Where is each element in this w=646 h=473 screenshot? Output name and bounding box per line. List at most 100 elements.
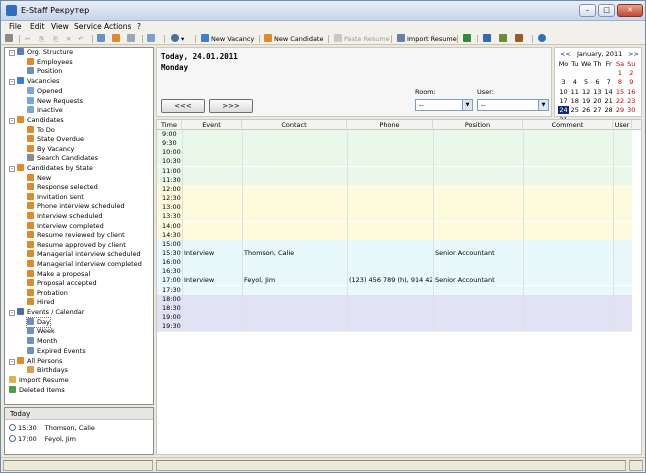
today-event-item[interactable]: 17:00 Feyol, Jim	[9, 434, 76, 444]
calendar-day[interactable]: 14	[603, 88, 614, 96]
room-select[interactable]: -- ▼	[415, 99, 473, 111]
schedule-row[interactable]: 13:00	[157, 203, 632, 213]
collapse-icon[interactable]: -	[9, 79, 15, 85]
tree-item-new[interactable]: New	[27, 174, 51, 183]
schedule-row[interactable]: 12:00	[157, 184, 632, 194]
menu-service[interactable]: Service	[74, 22, 102, 31]
collapse-icon[interactable]: -	[9, 118, 15, 124]
tree-item-deleted-items[interactable]: Deleted Items	[9, 386, 65, 395]
print-icon[interactable]	[5, 34, 15, 44]
layout-icon[interactable]	[97, 34, 107, 44]
tree-item-phone-interview-scheduled[interactable]: Phone interview scheduled	[27, 202, 125, 211]
tree-item-month[interactable]: Month	[27, 337, 57, 346]
chevron-down-icon[interactable]: ▼	[538, 100, 548, 110]
schedule-row[interactable]: 17:30	[157, 285, 632, 295]
column-header-event[interactable]: Event	[182, 120, 242, 130]
close-button[interactable]: ✕	[617, 4, 643, 17]
tree-item-events-calendar[interactable]: - Events / Calendar	[9, 308, 85, 317]
tree-item-interview-completed[interactable]: Interview completed	[27, 222, 104, 231]
column-header-user[interactable]: User	[613, 120, 632, 130]
report-icon[interactable]	[499, 34, 509, 44]
schedule-row[interactable]: 9:00	[157, 130, 632, 139]
minimize-button[interactable]: –	[579, 4, 596, 17]
cut-icon[interactable]: ✂	[25, 34, 30, 44]
calendar-day[interactable]: 1	[615, 69, 626, 77]
calendar-day[interactable]: 9	[626, 78, 637, 86]
schedule-row[interactable]: 11:00	[157, 166, 632, 176]
paste-icon[interactable]: ⎗	[53, 34, 58, 44]
person-icon[interactable]	[112, 34, 122, 44]
tree-item-birthdays[interactable]: Birthdays	[27, 366, 68, 375]
schedule-row[interactable]: 17:00 Interview Feyol, Jim (123) 456 789 (h…	[157, 276, 632, 286]
tree-item-search-candidates[interactable]: Search Candidates	[27, 154, 98, 163]
collapse-icon[interactable]: -	[9, 359, 15, 365]
schedule-row[interactable]: 9:30	[157, 139, 632, 149]
schedule-row[interactable]: 16:30	[157, 267, 632, 277]
schedule-row[interactable]: 15:00	[157, 239, 632, 249]
tree-item-proposal-accepted[interactable]: Proposal accepted	[27, 279, 97, 288]
tree-item-day[interactable]: Day	[26, 317, 51, 328]
tree-item-week[interactable]: Week	[27, 327, 55, 336]
chevron-down-icon[interactable]: ▼	[462, 100, 472, 110]
title-bar[interactable]: E-Staff Рекрутер – □ ✕	[1, 1, 645, 21]
excel-icon[interactable]	[463, 34, 473, 44]
calendar-day[interactable]: 17	[558, 97, 569, 105]
tree-item-response-selected[interactable]: Response selected	[27, 183, 98, 192]
next-day-button[interactable]: >>>	[209, 99, 253, 113]
previous-day-button[interactable]: <<<	[161, 99, 205, 113]
schedule-row[interactable]: 19:30	[157, 322, 632, 332]
calendar-day[interactable]: 6	[592, 78, 603, 86]
today-event-item[interactable]: 15:30 Thomson, Calie	[9, 423, 95, 433]
calendar-day[interactable]: 15	[615, 88, 626, 96]
calendar-day[interactable]: 21	[603, 97, 614, 105]
calendar-day[interactable]: 16	[626, 88, 637, 96]
tree-item-import-resume[interactable]: Import Resume	[9, 376, 69, 385]
menu-help[interactable]: ?	[137, 22, 141, 31]
tree-item-candidates-by-state[interactable]: - Candidates by State	[9, 164, 93, 173]
tree-item-expired-events[interactable]: Expired Events	[27, 347, 86, 356]
tree-item-position[interactable]: Position	[27, 67, 62, 76]
tree-item-probation[interactable]: Probation	[27, 289, 68, 298]
delete-icon[interactable]: ✕	[66, 34, 71, 44]
tree-item-employees[interactable]: Employees	[27, 58, 73, 67]
tree-item-managerial-interview-completed[interactable]: Managerial interview completed	[27, 260, 142, 269]
new-vacancy-button[interactable]: New Vacancy	[201, 34, 254, 44]
help-icon[interactable]	[538, 34, 548, 44]
next-month-icon[interactable]: >>	[628, 50, 639, 58]
calendar-day[interactable]: 18	[569, 97, 580, 105]
collapse-icon[interactable]: -	[9, 50, 15, 56]
calendar-day[interactable]: 19	[581, 97, 592, 105]
menu-view[interactable]: View	[51, 22, 69, 31]
tree-item-org-structure[interactable]: - Org. Structure	[9, 48, 73, 57]
schedule-row[interactable]: 11:30	[157, 175, 632, 185]
copy-icon[interactable]: ⎘	[39, 34, 44, 44]
schedule-row[interactable]: 15:30 Interview Thomson, Calie Senior Accou…	[157, 248, 632, 258]
calendar-day[interactable]: 27	[592, 106, 603, 114]
clock-dropdown-icon[interactable]: ▾	[171, 34, 184, 44]
schedule-row[interactable]: 14:30	[157, 230, 632, 240]
window-icon[interactable]	[147, 34, 157, 44]
tree-item-interview-scheduled[interactable]: Interview scheduled	[27, 212, 103, 221]
tree-item-resume-reviewed-by-client[interactable]: Resume reviewed by client	[27, 231, 125, 240]
paste-resume-button[interactable]: Paste Resume	[334, 34, 390, 44]
calendar-day[interactable]: 4	[569, 78, 580, 86]
new-candidate-button[interactable]: New Candidate	[264, 34, 323, 44]
calendar-day[interactable]: 7	[603, 78, 614, 86]
tree-item-candidates[interactable]: - Candidates	[9, 116, 64, 125]
tree-item-vacancies[interactable]: - Vacancies	[9, 77, 59, 86]
schedule-row[interactable]: 19:00	[157, 313, 632, 322]
tree-item-inactive[interactable]: Inactive	[27, 106, 63, 115]
tree-item-all-persons[interactable]: - All Persons	[9, 357, 62, 366]
schedule-row[interactable]: 12:30	[157, 194, 632, 204]
menu-edit[interactable]: Edit	[30, 22, 45, 31]
tree-item-hired[interactable]: Hired	[27, 298, 54, 307]
calendar-day[interactable]: 28	[603, 106, 614, 114]
tree-item-make-a-proposal[interactable]: Make a proposal	[27, 270, 90, 279]
calendar-day[interactable]: 13	[592, 88, 603, 96]
undo-icon[interactable]: ↶	[78, 34, 83, 44]
calendar-day[interactable]: 25	[569, 106, 580, 114]
calendar-day[interactable]: 3	[558, 78, 569, 86]
calendar-day[interactable]: 26	[581, 106, 592, 114]
card-icon[interactable]	[127, 34, 137, 44]
column-header-contact[interactable]: Contact	[242, 120, 347, 130]
